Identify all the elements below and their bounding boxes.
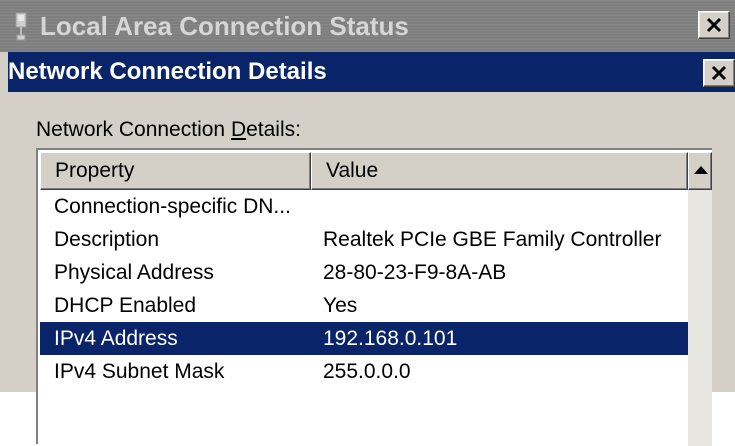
scroll-up-button[interactable] (688, 152, 712, 190)
list-header: Property Value (40, 152, 688, 190)
details-list-view[interactable]: Property Value Connection-specific DN...… (36, 148, 712, 446)
list-row[interactable]: IPv4 Subnet Mask 255.0.0.0 (40, 355, 688, 388)
column-header-value[interactable]: Value (311, 152, 688, 190)
value-cell: Yes (323, 294, 358, 317)
dialog-titlebar[interactable]: Network Connection Details (8, 52, 735, 92)
dialog-close-button[interactable] (703, 59, 735, 87)
details-label: Network Connection Details: (36, 118, 301, 142)
details-label-pre: Network Connection (36, 118, 231, 141)
column-header-property[interactable]: Property (40, 152, 311, 190)
background-window-close-button[interactable] (698, 11, 730, 39)
value-cell: 28-80-23-F9-8A-AB (323, 261, 507, 284)
dialog-title: Network Connection Details (8, 58, 327, 85)
list-row[interactable]: DHCP Enabled Yes (40, 289, 688, 322)
close-icon (711, 65, 727, 81)
list-row[interactable]: Physical Address 28-80-23-F9-8A-AB (40, 256, 688, 289)
property-cell: DHCP Enabled (54, 294, 197, 317)
property-cell: IPv4 Subnet Mask (54, 360, 225, 383)
list-row-selected[interactable]: IPv4 Address 192.168.0.101 (40, 322, 688, 355)
property-cell: Connection-specific DN... (54, 195, 291, 218)
network-connection-details-dialog: Network Connection Details Network Conne… (0, 52, 735, 446)
property-cell: Physical Address (54, 261, 214, 284)
details-label-post: etails: (246, 118, 301, 141)
background-window-titlebar[interactable]: Local Area Connection Status (0, 0, 735, 52)
value-cell: 255.0.0.0 (323, 360, 411, 383)
value-cell: 192.168.0.101 (323, 327, 458, 350)
close-icon (706, 17, 722, 33)
value-cell: Realtek PCIe GBE Family Controller (323, 228, 662, 251)
property-cell: IPv4 Address (54, 327, 178, 350)
scroll-up-arrow-icon (694, 166, 708, 174)
list-row[interactable]: Description Realtek PCIe GBE Family Cont… (40, 223, 688, 256)
network-connection-icon (15, 12, 27, 41)
details-label-mnemonic: D (230, 118, 247, 141)
background-window-title: Local Area Connection Status (40, 11, 409, 41)
property-cell: Description (54, 228, 160, 251)
list-row[interactable]: Connection-specific DN... (40, 190, 688, 223)
vertical-scrollbar[interactable] (688, 152, 712, 446)
